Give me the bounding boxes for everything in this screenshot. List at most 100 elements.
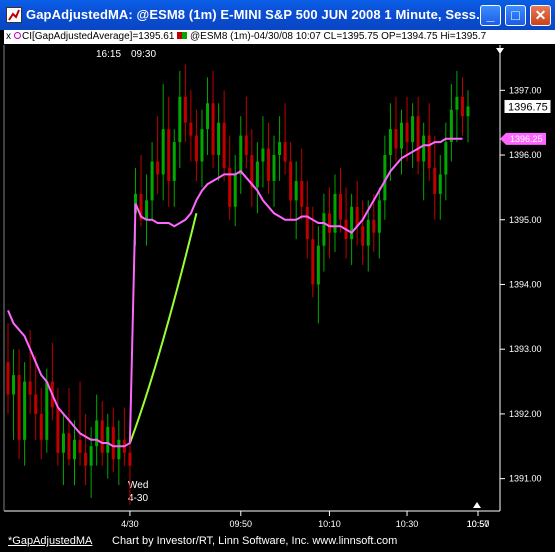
candle-body — [172, 142, 176, 181]
candle-body — [189, 122, 193, 136]
maximize-button[interactable]: □ — [505, 5, 526, 26]
candle-body — [28, 381, 32, 395]
candle-body — [156, 161, 160, 175]
candle-body — [222, 122, 226, 168]
candle-body — [300, 180, 304, 207]
candle-body — [438, 174, 442, 194]
candle-body — [34, 394, 38, 414]
candle-body — [233, 174, 237, 207]
title-bar[interactable]: GapAdjustedMA: @ESM8 (1m) E-MINI S&P 500… — [0, 0, 555, 30]
candle-body — [61, 433, 65, 453]
candle-body — [39, 413, 43, 440]
candle-body — [100, 420, 104, 453]
candle-body — [405, 122, 409, 143]
candle-body — [366, 219, 370, 246]
candle-body — [84, 452, 88, 466]
scroll-up-arrow-icon — [473, 502, 481, 508]
price-chart[interactable]: 1391.00 1392.00 1393.00 1394.00 1395.00 1396.… — [0, 0, 555, 552]
legend-study-value[interactable]: CI[GapAdjustedAverage]=1395.61 — [22, 31, 174, 42]
legend-symbol-values[interactable]: @ESM8 (1m)-04/30/08 10:07 CL=1395.75 OP=… — [190, 31, 486, 42]
candle-body — [6, 362, 10, 395]
candle-body — [422, 135, 426, 162]
candle-body — [183, 96, 187, 123]
candle-body — [311, 239, 315, 285]
candle-body — [145, 200, 149, 220]
candle-body — [411, 116, 415, 143]
date-marker-day: Wed — [128, 480, 148, 491]
candle-body — [433, 167, 437, 194]
candle-body — [117, 439, 121, 460]
candle-body — [244, 135, 248, 156]
study-circle-icon — [14, 32, 21, 40]
ma-value-label: 1396.25 — [510, 134, 543, 144]
candle-body — [89, 446, 93, 466]
y-tick-label: 1394.00 — [509, 279, 542, 289]
candle-body — [194, 135, 198, 162]
candle-body — [78, 439, 82, 453]
candle-body — [278, 142, 282, 156]
candle-body — [466, 106, 470, 117]
candle-body — [305, 206, 309, 240]
candle-body — [217, 122, 221, 156]
candle-body — [67, 433, 71, 460]
candle-body — [283, 142, 287, 162]
legend-close-icon[interactable]: x — [4, 31, 13, 42]
y-tick-label: 1395.00 — [509, 215, 542, 225]
candle-body — [239, 135, 243, 175]
candle-body — [361, 226, 365, 246]
y-tick-label: 1393.00 — [509, 344, 542, 354]
candle-body — [211, 103, 215, 156]
y-tick-label: 1397.00 — [509, 85, 542, 95]
x-tick-label: 09:50 — [230, 519, 253, 529]
x-tick-label: 4/30 — [121, 519, 139, 529]
minimize-button[interactable]: _ — [480, 5, 501, 26]
x-tick-label: 10:30 — [396, 519, 419, 529]
window-title: GapAdjustedMA: @ESM8 (1m) E-MINI S&P 500… — [26, 7, 488, 22]
candle-body — [106, 426, 110, 453]
candle-body — [444, 142, 448, 175]
candle-body — [455, 96, 459, 110]
y-tick-label: 1391.00 — [509, 474, 542, 484]
candle-body — [416, 116, 420, 162]
chart-app-icon — [6, 7, 22, 23]
candle-body — [17, 375, 21, 440]
legend-bar: x CI[GapAdjustedAverage]=1395.61 @ESM8 (1… — [4, 30, 555, 44]
y-tick-label: 1396.00 — [509, 150, 542, 160]
candle-body — [394, 129, 398, 149]
chart-tab[interactable]: *GapAdjustedMA — [8, 535, 92, 547]
candle-body — [460, 96, 464, 117]
footer-bar: *GapAdjustedMA Chart by Investor/RT, Lin… — [0, 531, 555, 552]
candle-body — [56, 407, 60, 453]
candle-body — [266, 148, 270, 181]
candle-body — [255, 161, 259, 188]
candle-body — [372, 219, 376, 233]
candle-body — [449, 109, 453, 143]
candle-body — [178, 96, 182, 143]
candle-body — [73, 439, 77, 460]
gap-adjusted-line — [128, 213, 198, 444]
candle-body — [95, 420, 99, 447]
candle-body — [12, 375, 16, 395]
candle-body — [261, 148, 265, 162]
footer-credit: Chart by Investor/RT, Linn Software, Inc… — [112, 535, 398, 547]
candle-body — [316, 245, 320, 285]
close-button[interactable]: ✕ — [530, 5, 551, 26]
y-tick-label: 1392.00 — [509, 409, 542, 419]
candle-body — [111, 426, 115, 460]
up-candle-icon — [182, 32, 188, 40]
candle-body — [339, 193, 343, 220]
chart-window: 1391.00 1392.00 1393.00 1394.00 1395.00 1396.… — [0, 0, 555, 552]
candle-body — [377, 200, 381, 233]
candle-body — [128, 452, 132, 466]
candle-body — [45, 381, 49, 440]
candle-body — [289, 161, 293, 201]
candle-body — [294, 180, 298, 201]
candle-body — [23, 381, 27, 440]
candle-body — [200, 129, 204, 162]
candle-body — [322, 213, 326, 246]
scale-arrow-icon — [496, 48, 504, 54]
session-marker-open: 09:30 — [131, 49, 156, 60]
candle-body — [272, 155, 276, 181]
last-price-label: 1396.75 — [508, 101, 548, 113]
x-tick-label: 10:10 — [318, 519, 341, 529]
